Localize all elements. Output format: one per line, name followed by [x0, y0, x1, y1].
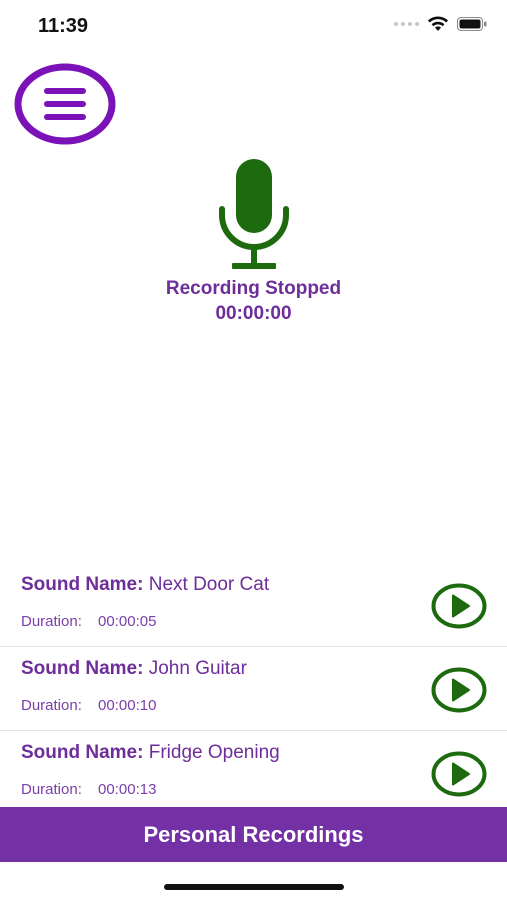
duration-value: 00:00:05 [98, 613, 157, 630]
duration-label: Duration: [21, 781, 82, 798]
recording-status-label: Recording Stopped [165, 278, 342, 299]
play-button[interactable] [431, 583, 487, 629]
sound-duration: Duration: 00:00:10 [21, 697, 156, 714]
sound-name: Sound Name: John Guitar [21, 658, 247, 680]
duration-label: Duration: [21, 697, 82, 714]
sound-name-label: Sound Name: [21, 658, 144, 679]
list-item[interactable]: Sound Name: Fridge Opening Duration: 00:… [0, 731, 507, 807]
sound-name-label: Sound Name: [21, 742, 144, 763]
hamburger-menu-icon [14, 63, 116, 145]
list-item[interactable]: Sound Name: Next Door Cat Duration: 00:0… [0, 563, 507, 647]
wifi-icon [428, 16, 448, 31]
sound-name-value: Fridge Opening [148, 742, 280, 763]
play-button[interactable] [431, 751, 487, 797]
status-icons [394, 16, 487, 32]
sound-name: Sound Name: Fridge Opening [21, 742, 280, 764]
cellular-signal-icon [394, 22, 419, 26]
duration-value: 00:00:13 [98, 781, 157, 798]
status-time: 11:39 [38, 15, 89, 37]
sound-name-value: John Guitar [148, 658, 247, 679]
recordings-list[interactable]: Sound Name: Next Door Cat Duration: 00:0… [0, 563, 507, 807]
play-button[interactable] [431, 667, 487, 713]
recording-timer: 00:00:00 [215, 303, 292, 324]
play-icon [431, 667, 487, 713]
personal-recordings-label: Personal Recordings [143, 821, 364, 847]
record-microphone-button[interactable] [218, 157, 290, 271]
status-bar: 11:39 [0, 0, 507, 50]
personal-recordings-button[interactable]: Personal Recordings [0, 807, 507, 862]
sound-name: Sound Name: Next Door Cat [21, 574, 269, 596]
home-indicator[interactable] [164, 884, 344, 890]
sound-duration: Duration: 00:00:05 [21, 613, 156, 630]
play-icon [431, 751, 487, 797]
duration-label: Duration: [21, 613, 82, 630]
list-item[interactable]: Sound Name: John Guitar Duration: 00:00:… [0, 647, 507, 731]
sound-name-value: Next Door Cat [148, 574, 270, 595]
microphone-icon [219, 159, 289, 269]
battery-icon [457, 17, 487, 31]
play-icon [431, 583, 487, 629]
sound-name-label: Sound Name: [21, 574, 144, 595]
sound-duration: Duration: 00:00:13 [21, 781, 156, 798]
duration-value: 00:00:10 [98, 697, 157, 714]
menu-button[interactable] [14, 63, 116, 145]
